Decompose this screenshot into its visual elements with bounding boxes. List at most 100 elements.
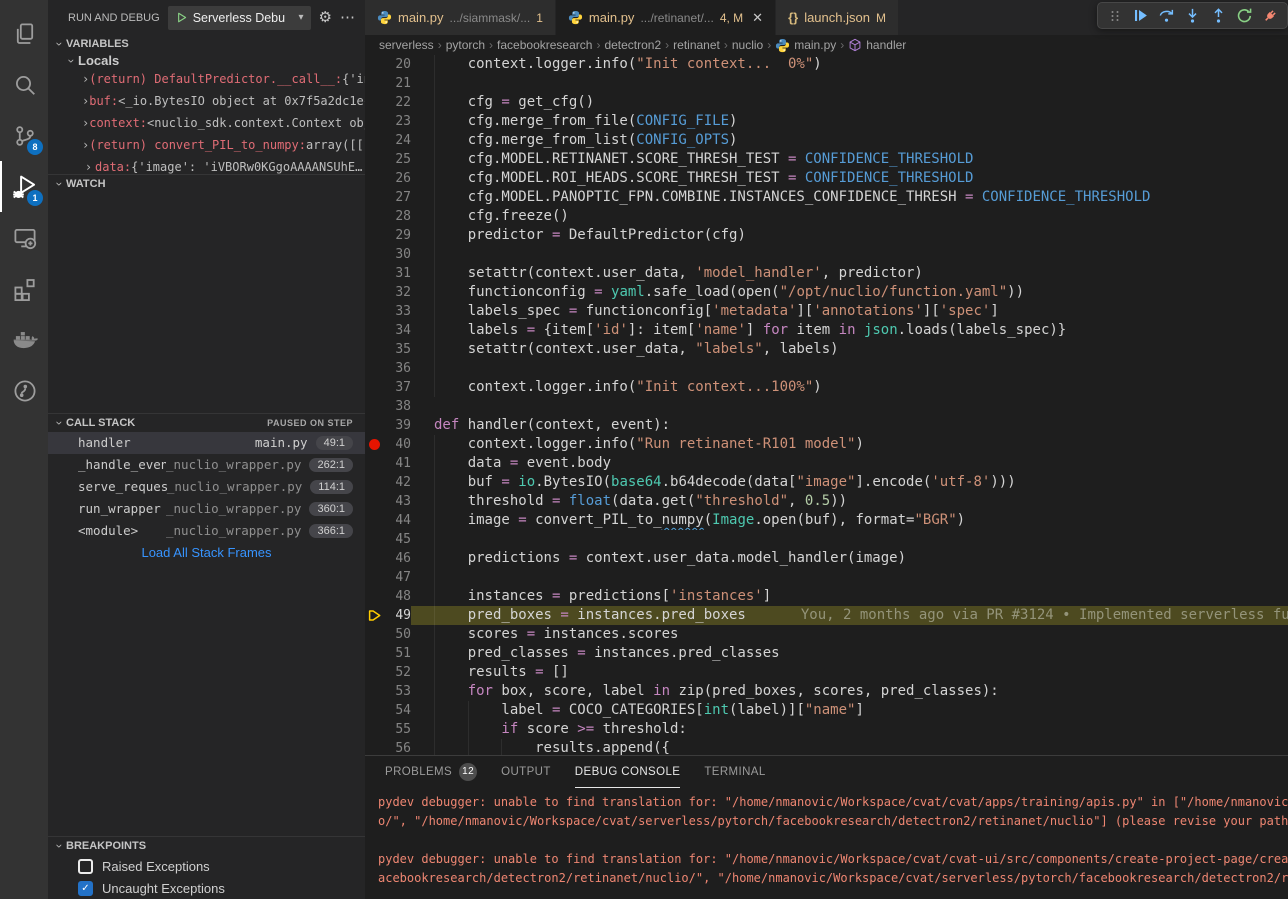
badge-count: 8 — [27, 139, 43, 155]
gutter[interactable] — [365, 701, 383, 720]
watch-section-header[interactable]: › WATCH — [48, 175, 365, 193]
gutter[interactable] — [365, 359, 383, 378]
breadcrumb-item-main.py[interactable]: main.py — [775, 38, 836, 53]
gutter[interactable] — [365, 131, 383, 150]
panel-tab-debug-console[interactable]: DEBUG CONSOLE — [575, 756, 681, 788]
disconnect-button[interactable] — [1259, 4, 1282, 27]
gutter[interactable] — [365, 169, 383, 188]
step-over-button[interactable] — [1155, 4, 1178, 27]
load-all-stack-frames-link[interactable]: Load All Stack Frames — [48, 542, 365, 564]
checkbox-unchecked[interactable] — [78, 859, 93, 874]
activity-item-explorer[interactable] — [0, 8, 48, 59]
gutter[interactable] — [365, 245, 383, 264]
gutter[interactable] — [365, 720, 383, 739]
activity-item-git-graph[interactable] — [0, 365, 48, 416]
gutter[interactable] — [365, 454, 383, 473]
gutter[interactable] — [365, 112, 383, 131]
breadcrumb-item-serverless[interactable]: serverless — [379, 38, 434, 52]
launch-config-dropdown[interactable]: Serverless Debu ▾ — [168, 6, 311, 30]
checkbox-checked[interactable]: ✓ — [78, 881, 93, 896]
gutter[interactable] — [365, 739, 383, 755]
panel-tab-output[interactable]: OUTPUT — [501, 756, 551, 788]
code-editor[interactable]: 20context.logger.info("Init context... 0… — [365, 55, 1288, 755]
activity-item-run-and-debug[interactable]: 1 — [0, 161, 48, 212]
gear-icon[interactable]: ⚙ — [319, 10, 332, 25]
gutter[interactable] — [365, 492, 383, 511]
gutter[interactable] — [365, 93, 383, 112]
gutter[interactable] — [365, 340, 383, 359]
activity-item-extensions[interactable] — [0, 263, 48, 314]
breadcrumb-item-detectron2[interactable]: detectron2 — [604, 38, 661, 52]
breakpoint-row[interactable]: Raised Exceptions — [48, 855, 365, 877]
variable-row[interactable]: ›(return) convert_PIL_to_numpy: array([[… — [48, 134, 365, 156]
gutter[interactable] — [365, 663, 383, 682]
explorer-icon — [13, 22, 37, 46]
activity-item-search[interactable] — [0, 59, 48, 110]
gutter[interactable] — [365, 302, 383, 321]
variable-row[interactable]: ›(return) DefaultPredictor.__call__: {'i… — [48, 68, 365, 90]
gutter[interactable] — [365, 150, 383, 169]
gutter[interactable] — [365, 188, 383, 207]
panel-tab-problems[interactable]: PROBLEMS12 — [385, 756, 477, 788]
continue-button[interactable] — [1129, 4, 1152, 27]
gutter[interactable] — [365, 682, 383, 701]
activity-item-source-control[interactable]: 8 — [0, 110, 48, 161]
gutter[interactable] — [365, 55, 383, 74]
gutter[interactable] — [365, 416, 383, 435]
token: "image" — [796, 474, 855, 490]
gutter[interactable] — [365, 321, 383, 340]
locals-scope[interactable]: › Locals — [48, 53, 365, 68]
gutter[interactable] — [365, 568, 383, 587]
step-out-button[interactable] — [1207, 4, 1230, 27]
gutter[interactable] — [365, 264, 383, 283]
breadcrumb-item-handler[interactable]: handler — [848, 38, 906, 52]
breadcrumb-item-pytorch[interactable]: pytorch — [446, 38, 485, 52]
restart-button[interactable] — [1233, 4, 1256, 27]
breadcrumb-item-retinanet[interactable]: retinanet — [673, 38, 720, 52]
stack-frame-handleevent[interactable]: _handle_event_nuclio_wrapper.py262:1 — [48, 454, 365, 476]
call-stack-section-header[interactable]: › CALL STACK PAUSED ON STEP — [48, 414, 365, 432]
token: results.append({ — [535, 740, 670, 755]
variables-section-header[interactable]: › VARIABLES — [48, 35, 365, 53]
tab-launch.json-2[interactable]: {}launch.jsonM — [776, 0, 899, 35]
variable-row[interactable]: ›data: {'image': 'iVBORw0KGgoAAAANSUhE… — [48, 156, 365, 174]
activity-item-docker[interactable] — [0, 314, 48, 365]
gutter[interactable] — [365, 625, 383, 644]
gutter[interactable] — [365, 226, 383, 245]
stack-frame-handler[interactable]: handlermain.py49:1 — [48, 432, 365, 454]
gutter[interactable] — [365, 530, 383, 549]
breadcrumb-item-nuclio[interactable]: nuclio — [732, 38, 763, 52]
variable-row[interactable]: ›context: <nuclio_sdk.context.Context ob… — [48, 112, 365, 134]
activity-item-remote-explorer[interactable] — [0, 212, 48, 263]
gutter[interactable] — [365, 397, 383, 416]
gutter[interactable] — [365, 473, 383, 492]
breakpoint-glyph[interactable] — [365, 435, 383, 454]
variables-section: › VARIABLES › Locals ›(return) DefaultPr… — [48, 35, 365, 174]
tab-main.py-1[interactable]: main.py.../retinanet/...4, M✕ — [556, 0, 776, 35]
close-icon[interactable]: ✕ — [752, 10, 763, 26]
breakpoints-section-header[interactable]: › BREAKPOINTS — [48, 837, 365, 855]
gutter[interactable] — [365, 511, 383, 530]
code-line-text: predictor = DefaultPredictor(cfg) — [411, 226, 1288, 245]
step-into-button[interactable] — [1181, 4, 1204, 27]
breadcrumb-item-facebookresearch[interactable]: facebookresearch — [497, 38, 592, 52]
gutter[interactable] — [365, 549, 383, 568]
panel-tab-terminal[interactable]: TERMINAL — [704, 756, 765, 788]
gutter[interactable] — [365, 644, 383, 663]
more-actions-icon[interactable]: ⋯ — [340, 10, 355, 25]
gutter[interactable] — [365, 207, 383, 226]
stack-frame-serverequests[interactable]: serve_requests_nuclio_wrapper.py114:1 — [48, 476, 365, 498]
gutter[interactable] — [365, 587, 383, 606]
gutter[interactable] — [365, 378, 383, 397]
line-number: 36 — [383, 359, 411, 378]
gutter[interactable] — [365, 283, 383, 302]
tab-main.py-0[interactable]: main.py.../siammask/...1 — [365, 0, 556, 35]
stack-frame-module[interactable]: <module>_nuclio_wrapper.py366:1 — [48, 520, 365, 542]
chevron-right-icon: › — [840, 38, 844, 52]
breakpoint-row[interactable]: ✓Uncaught Exceptions — [48, 877, 365, 899]
variable-row[interactable]: ›buf: <_io.BytesIO object at 0x7f5a2dc1e… — [48, 90, 365, 112]
gutter[interactable] — [365, 74, 383, 93]
line-number: 50 — [383, 625, 411, 644]
stack-frame-runwrapper[interactable]: run_wrapper_nuclio_wrapper.py360:1 — [48, 498, 365, 520]
current-line-arrow[interactable] — [365, 606, 383, 625]
